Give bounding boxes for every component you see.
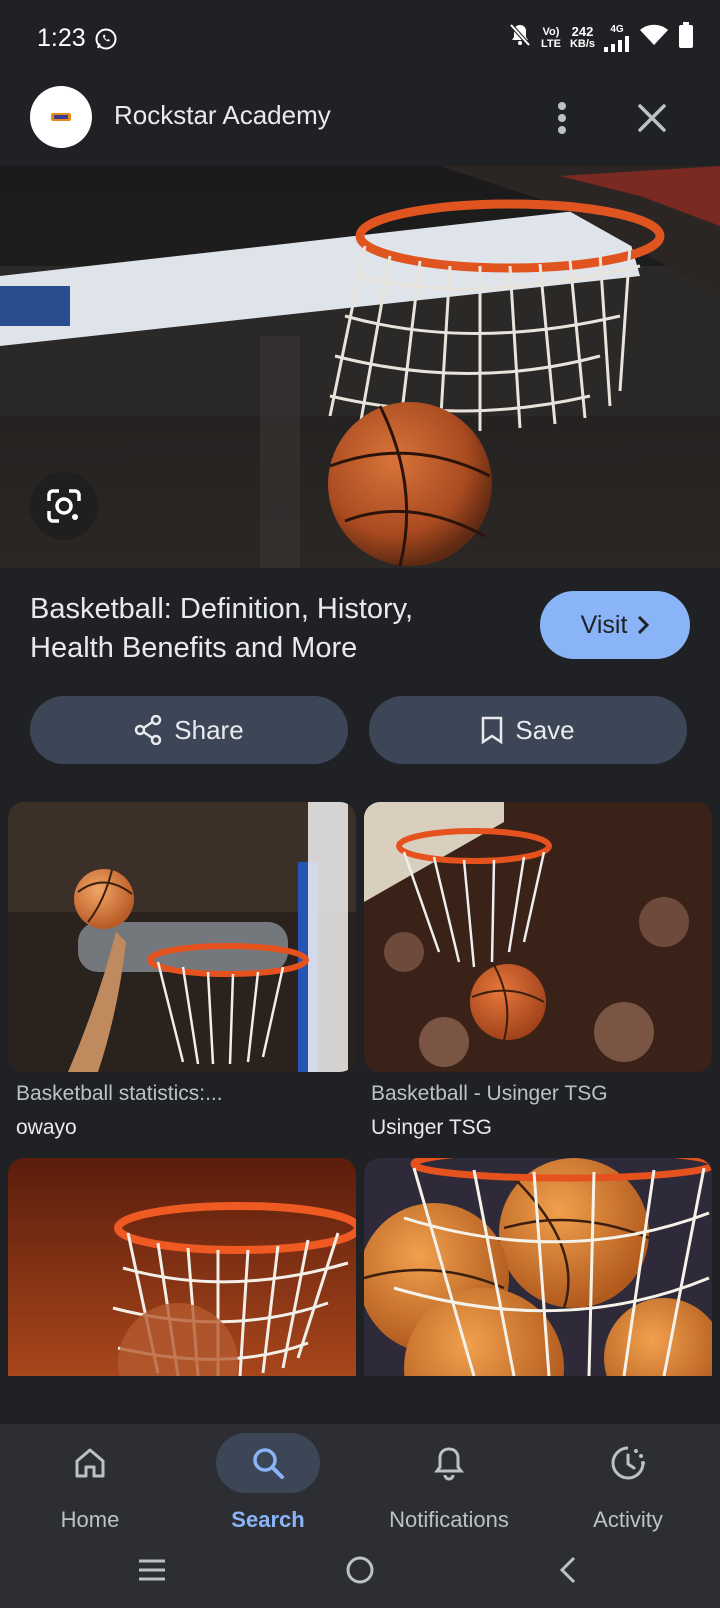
site-title: Rockstar Academy [114, 100, 331, 130]
circle-icon [346, 1556, 374, 1584]
related-image-3[interactable] [8, 1158, 356, 1376]
recents-button[interactable] [122, 1548, 182, 1592]
nav-home-label: Home [60, 1507, 120, 1532]
home-system-button[interactable] [330, 1548, 390, 1592]
more-options-button[interactable] [540, 96, 584, 140]
status-icons: Vo) LTE 242 KB/s 4G [508, 22, 694, 53]
related-caption-1[interactable]: Basketball statistics:... [16, 1082, 223, 1106]
back-button[interactable] [538, 1548, 598, 1592]
result-title[interactable]: Basketball: Definition, History, Health … [30, 590, 500, 668]
chevron-right-icon [638, 615, 650, 635]
nav-activity[interactable]: Activity [538, 1430, 718, 1540]
share-label: Share [174, 714, 244, 745]
mute-icon [508, 22, 532, 53]
related-image-4[interactable] [364, 1158, 712, 1376]
nav-search[interactable]: Search [178, 1430, 358, 1540]
share-button[interactable]: Share [30, 696, 348, 764]
close-button[interactable] [630, 96, 674, 140]
data-speed: 242 KB/s [569, 23, 595, 50]
site-logo [30, 86, 92, 148]
wifi-icon [639, 23, 669, 52]
activity-icon [611, 1446, 645, 1480]
search-icon [253, 1448, 284, 1479]
signal-icon: 4G [604, 24, 630, 52]
lens-icon [47, 489, 81, 523]
chevron-left-icon [559, 1556, 576, 1584]
nav-home[interactable]: Home [0, 1430, 180, 1540]
related-image-2[interactable] [364, 802, 712, 1072]
related-caption-2[interactable]: Basketball - Usinger TSG [371, 1082, 608, 1106]
visit-label: Visit [580, 610, 628, 639]
volte-indicator: Vo) LTE [540, 25, 561, 50]
bookmark-icon [482, 716, 503, 744]
nav-activity-label: Activity [593, 1507, 663, 1532]
close-icon [638, 104, 666, 132]
visit-button[interactable]: Visit [540, 591, 690, 659]
result-image[interactable] [0, 166, 720, 568]
whatsapp-icon [94, 27, 118, 56]
related-source-1: owayo [16, 1116, 77, 1139]
bell-icon [434, 1447, 464, 1481]
save-label: Save [515, 714, 575, 745]
related-image-1[interactable] [8, 802, 356, 1072]
nav-search-label: Search [231, 1507, 305, 1532]
share-icon [135, 715, 162, 745]
home-icon [75, 1448, 105, 1478]
save-button[interactable]: Save [369, 696, 687, 764]
related-source-2: Usinger TSG [371, 1116, 492, 1139]
nav-notifications[interactable]: Notifications [359, 1430, 539, 1540]
menu-icon [139, 1559, 165, 1581]
more-vert-icon [558, 102, 566, 134]
google-lens-button[interactable] [30, 472, 98, 540]
battery-icon [678, 22, 694, 53]
nav-notifications-label: Notifications [389, 1507, 509, 1532]
status-time: 1:23 [37, 24, 86, 52]
